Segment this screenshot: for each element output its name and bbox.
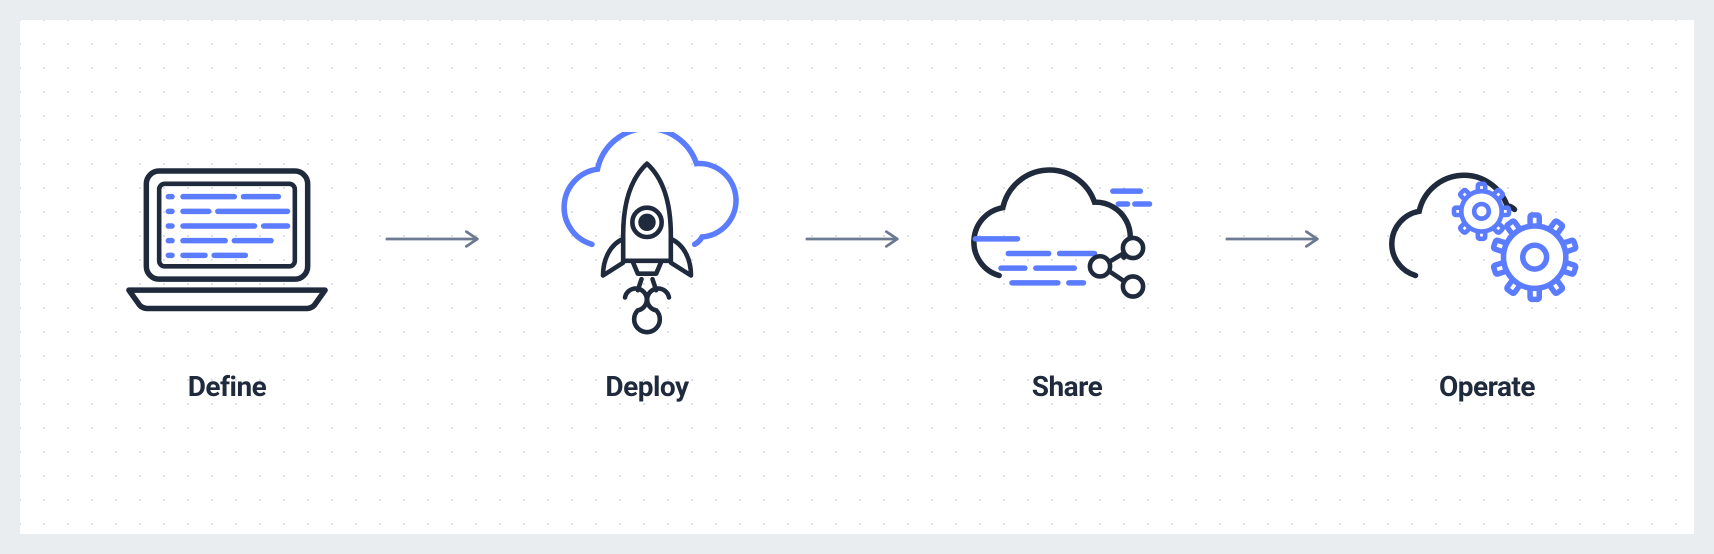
arrow-icon	[1217, 134, 1337, 344]
cloud-gears-icon	[1377, 132, 1597, 342]
step-label: Define	[188, 370, 267, 403]
step-label: Deploy	[605, 370, 688, 403]
step-share: Share	[957, 132, 1177, 403]
workflow-row: Define	[117, 132, 1597, 403]
step-operate: Operate	[1377, 132, 1597, 403]
laptop-code-icon	[117, 132, 337, 342]
step-label: Operate	[1439, 370, 1535, 403]
arrow-icon	[797, 134, 917, 344]
diagram-frame: Define	[20, 20, 1694, 534]
step-deploy: Deploy	[537, 132, 757, 403]
cloud-rocket-icon	[537, 132, 757, 342]
cloud-share-icon	[957, 132, 1177, 342]
step-define: Define	[117, 132, 337, 403]
arrow-icon	[377, 134, 497, 344]
step-label: Share	[1032, 370, 1103, 403]
